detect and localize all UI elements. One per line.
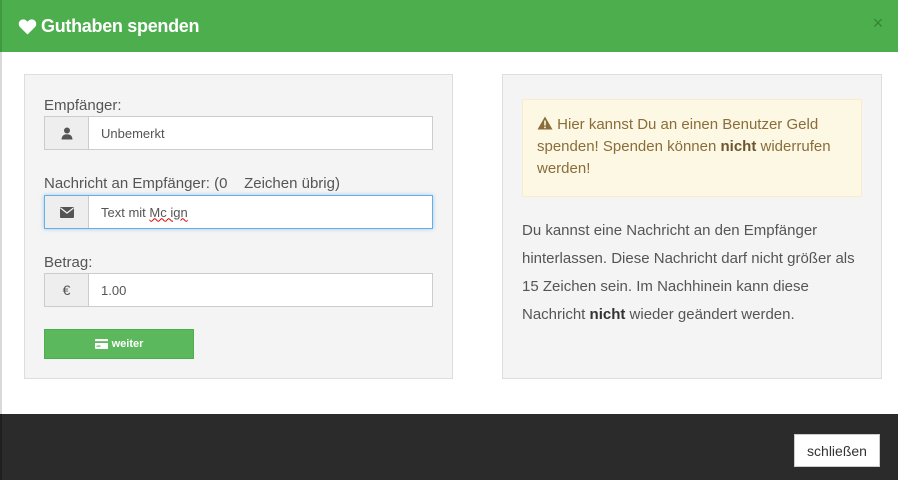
info-text-bold: nicht	[589, 306, 626, 323]
message-input-group: Text mit Mc ign	[44, 195, 433, 229]
info-panel: Hier kannst Du an einen Benutzer Geld sp…	[502, 74, 882, 379]
modal-title: Guthaben spenden	[18, 14, 200, 38]
warning-alert: Hier kannst Du an einen Benutzer Geld sp…	[522, 99, 862, 197]
message-label-prefix: Nachricht an Empfänger: (	[44, 175, 220, 192]
message-label-suffix: Zeichen übrig)	[244, 175, 340, 192]
amount-input[interactable]: 1.00	[89, 274, 432, 306]
heart-icon	[18, 18, 37, 35]
message-value: Text mit	[101, 204, 150, 220]
message-input[interactable]: Text mit Mc ign	[89, 196, 432, 228]
recipient-input-group: Unbemerkt	[44, 116, 433, 150]
credit-card-icon	[94, 339, 108, 349]
alert-text-bold: nicht	[720, 138, 757, 155]
message-value-misspelled: Mc ign	[149, 204, 188, 220]
submit-button-label: weiter	[111, 338, 144, 350]
envelope-icon	[45, 196, 89, 228]
amount-input-group: € 1.00	[44, 273, 433, 307]
chars-left-count: 0	[219, 175, 228, 192]
close-button[interactable]: schließen	[794, 434, 880, 467]
submit-button[interactable]: weiter	[44, 329, 194, 359]
close-icon[interactable]: ×	[870, 13, 886, 33]
modal-footer: schließen	[0, 414, 898, 480]
recipient-input[interactable]: Unbemerkt	[89, 117, 432, 149]
info-text: Du kannst eine Nachricht an den Empfänge…	[522, 217, 867, 329]
modal-header: Guthaben spenden ×	[0, 0, 898, 52]
warning-icon	[537, 116, 553, 130]
recipient-label: Empfänger:	[44, 97, 122, 114]
donation-form-panel: Empfänger: Unbemerkt Nachricht an Empfän…	[24, 74, 453, 379]
euro-addon: €	[45, 274, 89, 306]
amount-label: Betrag:	[44, 254, 93, 271]
info-text-part2: wieder geändert werden.	[625, 306, 795, 323]
modal-title-text: Guthaben spenden	[41, 15, 200, 36]
user-icon	[45, 117, 89, 149]
modal-body: Empfänger: Unbemerkt Nachricht an Empfän…	[0, 52, 898, 414]
message-label: Nachricht an Empfänger: (0 Zeichen übrig…	[44, 175, 340, 192]
